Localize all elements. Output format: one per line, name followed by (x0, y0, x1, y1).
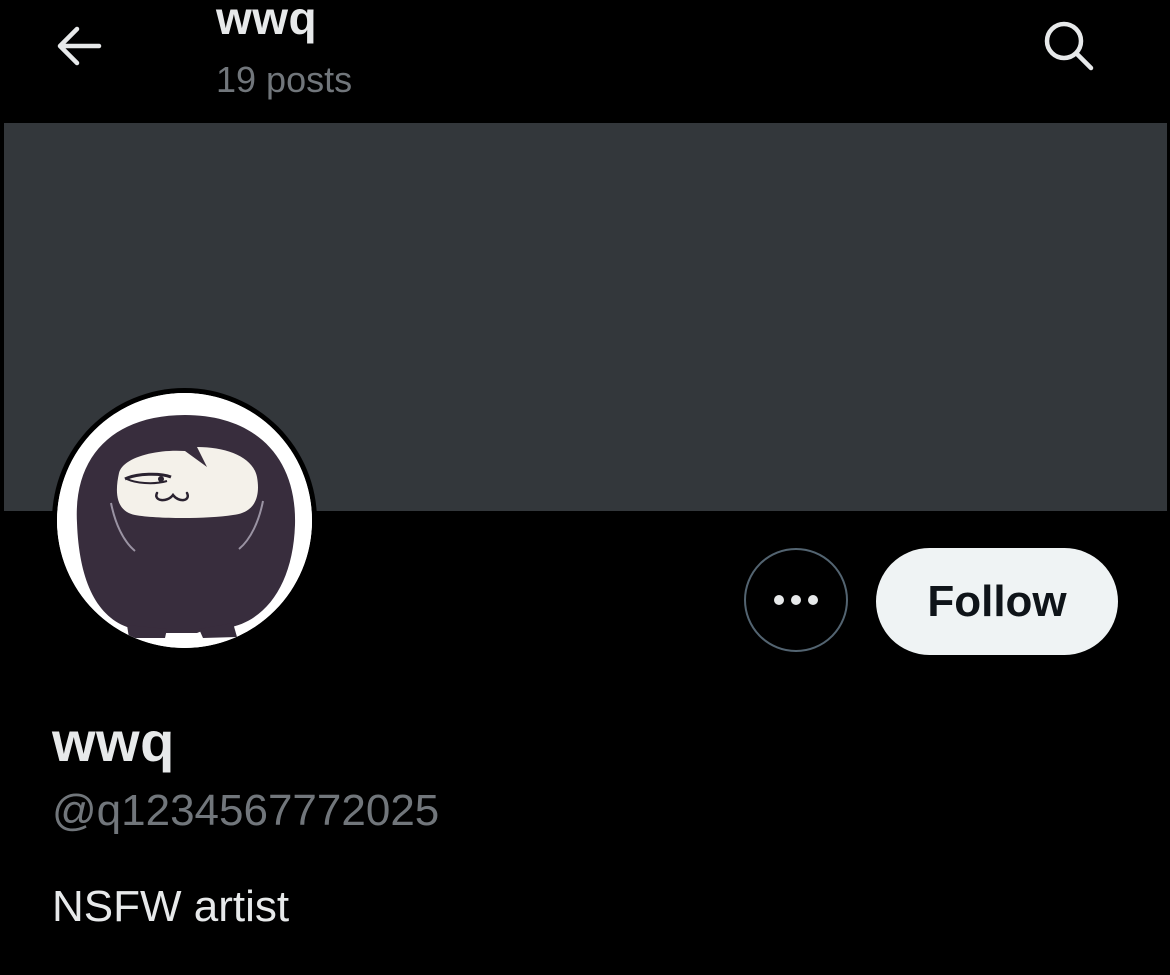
search-button[interactable] (1036, 14, 1100, 78)
profile-bio: NSFW artist (52, 882, 290, 931)
more-horizontal-icon (774, 595, 818, 605)
avatar-image (57, 393, 312, 648)
header-title: wwq (216, 0, 318, 44)
search-icon (1044, 21, 1094, 71)
user-handle: @q1234567772025 (52, 786, 440, 835)
top-bar: wwq 19 posts (0, 0, 1170, 122)
back-button[interactable] (48, 20, 108, 72)
avatar-illustration (57, 393, 312, 648)
avatar[interactable] (52, 388, 317, 653)
more-options-button[interactable] (744, 548, 848, 652)
post-count: 19 posts (216, 59, 353, 100)
follow-button[interactable]: Follow (876, 548, 1118, 655)
display-name: wwq (52, 710, 175, 773)
arrow-left-icon (57, 26, 102, 66)
